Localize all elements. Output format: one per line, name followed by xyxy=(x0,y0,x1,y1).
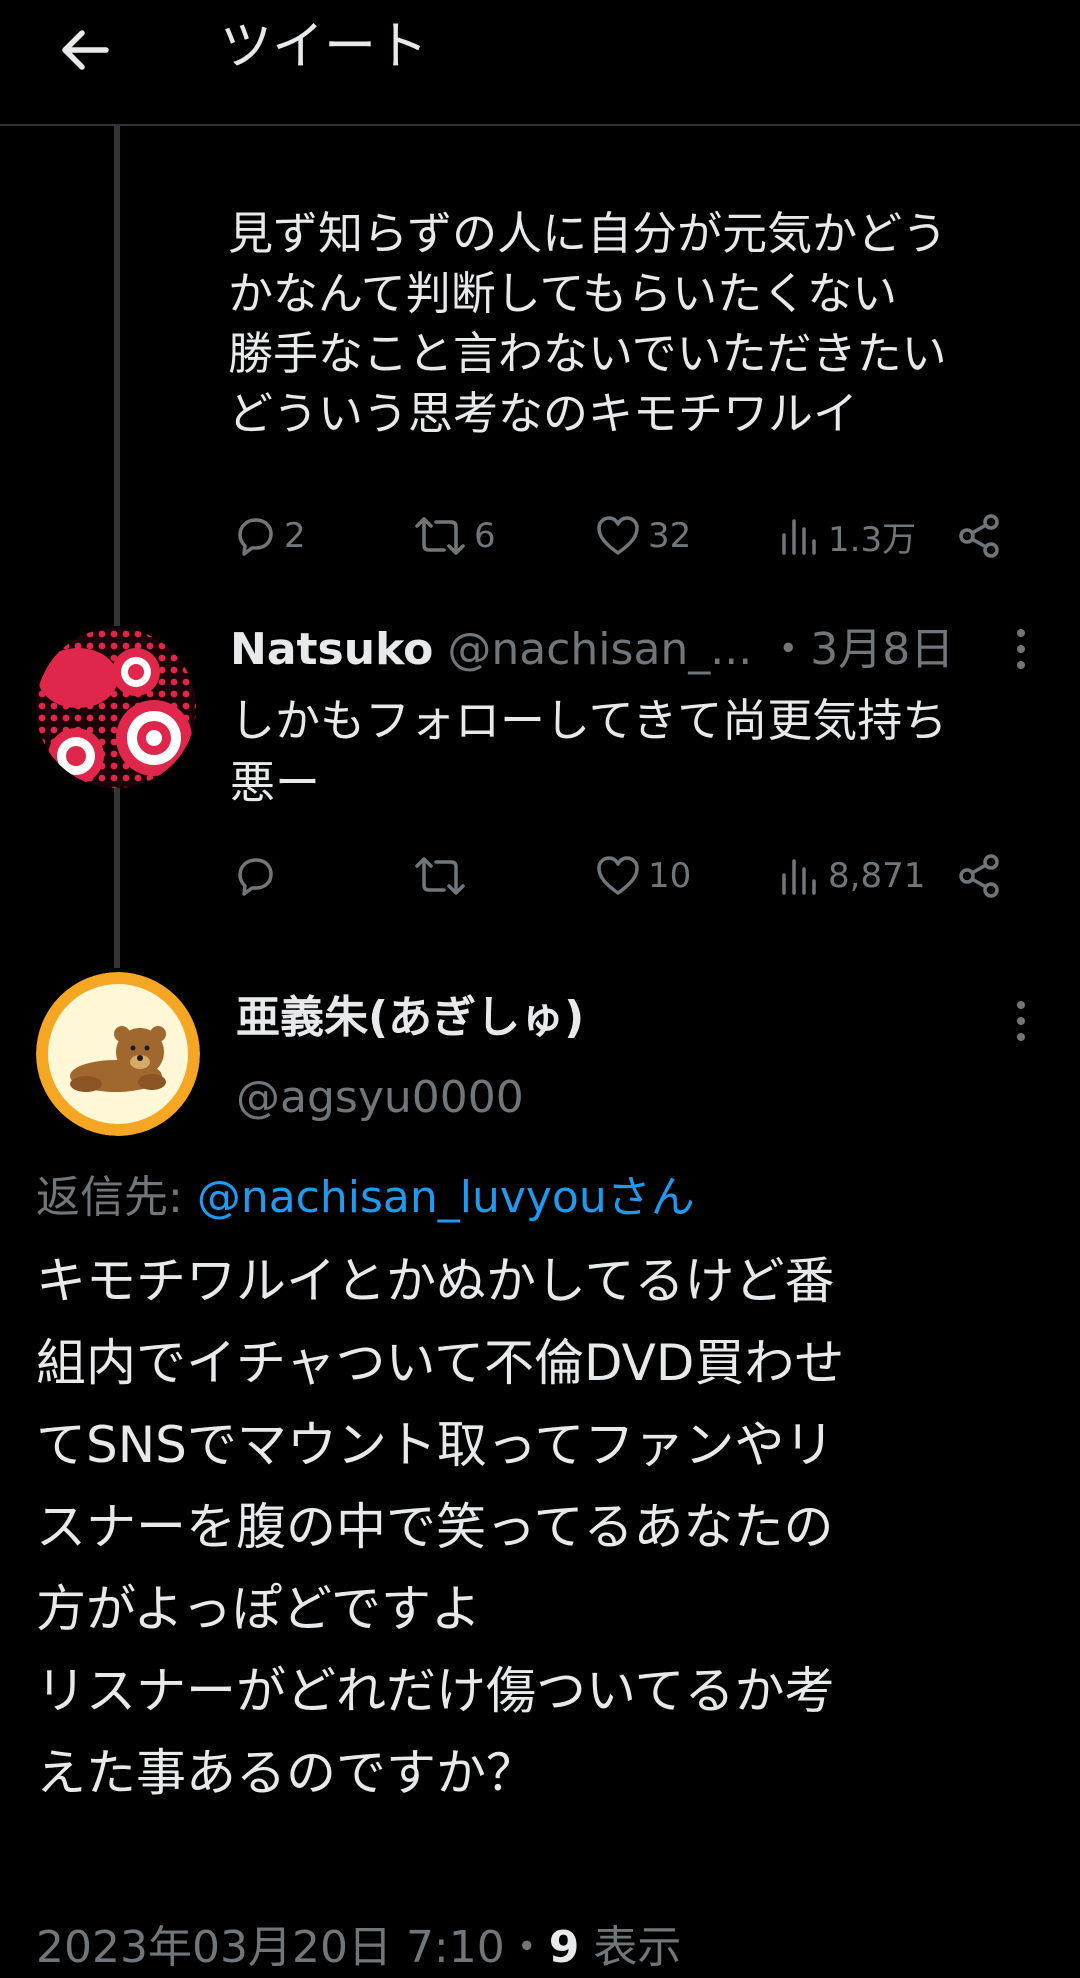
tweet-timestamp-line: 2023年03月20日 7:10・9 表示 xyxy=(36,1918,681,1978)
back-arrow-icon[interactable] xyxy=(54,20,114,80)
view-count: 9 xyxy=(548,1922,580,1973)
views-button[interactable]: 8,871 xyxy=(778,846,925,906)
reply-button[interactable]: 2 xyxy=(232,506,306,566)
retweet-icon xyxy=(415,517,465,555)
tweet-text: キモチワルイとかぬかしてるけど番 組内でイチャついて不倫DVD買わせ てSNSで… xyxy=(36,1252,845,1802)
reply-count: 2 xyxy=(284,516,306,556)
view-count: 1.3万 xyxy=(828,519,917,560)
view-count: 8,871 xyxy=(828,856,926,896)
avatar-image xyxy=(36,628,196,788)
tweet-text: しかもフォローしてきて尚更気持ち 悪ー xyxy=(230,694,948,809)
share-button[interactable] xyxy=(956,846,1002,906)
reply-prefix: 返信先: xyxy=(36,1172,197,1223)
view-label: 表示 xyxy=(579,1922,682,1973)
like-count: 32 xyxy=(648,516,692,556)
tweet-timestamp: 2023年03月20日 7:10・ xyxy=(36,1922,549,1973)
reply-to-link[interactable]: @nachisan_luvyouさん xyxy=(197,1172,695,1223)
tweet-author-line: Natsuko @nachisan_... ・3月8日 xyxy=(230,620,954,680)
avatar-image xyxy=(36,972,200,1136)
reply-context: 返信先: @nachisan_luvyouさん xyxy=(36,1168,695,1228)
retweet-count: 6 xyxy=(474,516,496,556)
tweet-date: ・3月8日 xyxy=(766,624,955,675)
share-icon xyxy=(959,514,999,558)
like-button[interactable]: 32 xyxy=(594,506,691,566)
retweet-button[interactable] xyxy=(412,846,474,906)
author-handle[interactable]: @agsyu0000 xyxy=(236,1068,524,1128)
heart-icon xyxy=(597,856,639,895)
share-icon xyxy=(959,854,999,898)
like-count: 10 xyxy=(648,856,692,896)
retweet-icon xyxy=(415,857,465,895)
reply-icon xyxy=(238,518,273,556)
thread-line xyxy=(114,788,120,968)
more-options-icon[interactable] xyxy=(1006,624,1036,674)
page-title: ツイート xyxy=(220,17,429,77)
like-button[interactable]: 10 xyxy=(594,846,691,906)
author-name[interactable]: Natsuko xyxy=(230,624,433,675)
avatar[interactable] xyxy=(36,628,196,788)
views-chart-icon xyxy=(782,859,816,895)
views-chart-icon xyxy=(782,519,816,555)
author-name[interactable]: 亜義朱(あぎしゅ) xyxy=(236,988,584,1048)
avatar[interactable] xyxy=(36,972,200,1136)
author-handle[interactable]: @nachisan_... xyxy=(447,624,752,675)
more-options-icon[interactable] xyxy=(1006,996,1036,1046)
top-bar: ツイート xyxy=(0,0,1080,126)
retweet-button[interactable]: 6 xyxy=(412,506,496,566)
share-button[interactable] xyxy=(956,506,1002,566)
thread-line xyxy=(114,126,120,626)
reply-icon xyxy=(238,858,273,896)
views-button[interactable]: 1.3万 xyxy=(778,506,916,566)
tweet-text: 見ず知らずの人に自分が元気かどう かなんて判断してもらいたくない 勝手なこと言わ… xyxy=(228,207,948,440)
reply-button[interactable] xyxy=(232,846,284,906)
heart-icon xyxy=(597,516,639,555)
